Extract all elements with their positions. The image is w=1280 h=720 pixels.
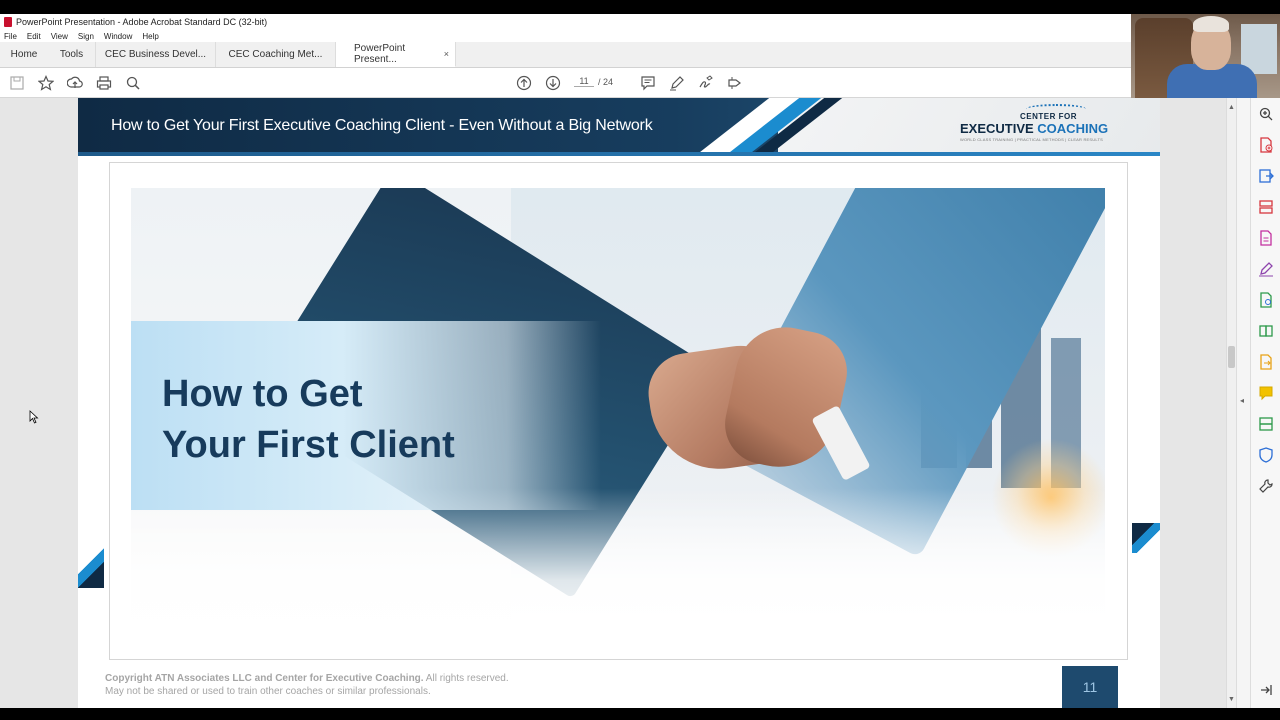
export-pdf-icon[interactable] [1258, 168, 1274, 184]
vertical-scrollbar[interactable]: ▲ ▼ [1226, 98, 1236, 708]
sign-icon[interactable] [698, 75, 714, 91]
tab-bar: Home Tools CEC Business Devel... CEC Coa… [0, 42, 1280, 68]
prev-page-icon[interactable] [516, 75, 532, 91]
comment-icon[interactable] [640, 75, 656, 91]
toolbar: 11 / 24 [0, 68, 1280, 98]
scroll-up-icon[interactable]: ▲ [1228, 104, 1235, 111]
screen-bottom-border [0, 708, 1280, 720]
collapse-right-pane-icon[interactable]: ◂ [1240, 396, 1244, 405]
page-number-input[interactable]: 11 [574, 76, 594, 87]
title-box: How to Get Your First Client [131, 321, 601, 510]
highlight-icon[interactable] [669, 75, 685, 91]
menu-bar: File Edit View Sign Window Help [0, 30, 1280, 42]
scrollbar-thumb[interactable] [1228, 346, 1235, 368]
slide-page: How to Get Your First Executive Coaching… [78, 98, 1160, 708]
logo-coaching: COACHING [1037, 121, 1109, 136]
slide-footer: Copyright ATN Associates LLC and Center … [105, 672, 509, 698]
footer-copyright: Copyright ATN Associates LLC and Center … [105, 673, 424, 684]
document-view[interactable]: How to Get Your First Executive Coaching… [0, 98, 1226, 708]
print-icon[interactable] [96, 75, 112, 91]
center-for-executive-coaching-logo: CENTER FOR EXECUTIVE COACHING WORLD CLAS… [960, 104, 1130, 148]
share-icon[interactable] [727, 75, 743, 91]
right-pane-toggle-strip: ◂ [1236, 98, 1250, 708]
slide-header-banner: How to Get Your First Executive Coaching… [78, 98, 1160, 156]
bookmark-star-icon[interactable] [38, 75, 54, 91]
acrobat-window: PowerPoint Presentation - Adobe Acrobat … [0, 0, 1280, 720]
logo-line2: EXECUTIVE COACHING [960, 121, 1108, 136]
compare-icon[interactable] [1258, 323, 1274, 339]
more-tools-icon[interactable] [1258, 478, 1274, 494]
right-corner-accent [1132, 523, 1160, 553]
tab-tools[interactable]: Tools [48, 42, 96, 67]
logo-executive: EXECUTIVE [960, 121, 1038, 136]
menu-view[interactable]: View [51, 32, 68, 41]
save-icon[interactable] [9, 75, 25, 91]
slide-page-number: 11 [1062, 666, 1118, 708]
create-pdf-icon[interactable] [1258, 137, 1274, 153]
logo-tagline: WORLD CLASS TRAINING | PRACTICAL METHODS… [960, 137, 1104, 142]
menu-window[interactable]: Window [104, 32, 132, 41]
scroll-down-icon[interactable]: ▼ [1228, 696, 1235, 703]
close-tab-icon[interactable]: × [444, 49, 449, 59]
zoom-icon[interactable] [125, 75, 141, 91]
menu-edit[interactable]: Edit [27, 32, 41, 41]
send-review-icon[interactable] [1258, 292, 1274, 308]
slide-header-title: How to Get Your First Executive Coaching… [111, 117, 653, 134]
page-total: / 24 [598, 76, 614, 87]
menu-sign[interactable]: Sign [78, 32, 94, 41]
tab-label: PowerPoint Present... [354, 43, 406, 65]
protect-icon[interactable] [1258, 447, 1274, 463]
export-icon[interactable] [1258, 354, 1274, 370]
comment-tool-icon[interactable] [1258, 385, 1274, 401]
mouse-cursor-icon [29, 410, 39, 424]
footer-rights: All rights reserved. [423, 673, 509, 684]
menu-file[interactable]: File [4, 32, 17, 41]
logo-line1: CENTER FOR [1020, 112, 1077, 121]
page-indicator: 11 / 24 [574, 76, 613, 87]
tab-cec-business-development[interactable]: CEC Business Devel... [96, 42, 216, 67]
tab-cec-coaching-methodology[interactable]: CEC Coaching Met... [216, 42, 336, 67]
menu-help[interactable]: Help [142, 32, 158, 41]
fill-sign-icon[interactable] [1258, 261, 1274, 277]
presenter-hair [1193, 16, 1229, 32]
organize-pages-icon[interactable] [1258, 199, 1274, 215]
left-corner-accent [78, 548, 104, 588]
upload-icon[interactable] [67, 75, 83, 91]
collapse-pane-icon[interactable] [1258, 682, 1274, 698]
zoom-tool-icon[interactable] [1258, 106, 1274, 122]
acrobat-app-icon [4, 17, 12, 27]
screen-top-border [0, 0, 1280, 14]
edit-pdf-icon[interactable] [1258, 230, 1274, 246]
tab-home[interactable]: Home [0, 42, 48, 67]
scan-icon[interactable] [1258, 416, 1274, 432]
title-bar: PowerPoint Presentation - Adobe Acrobat … [0, 14, 1280, 30]
tools-pane [1250, 98, 1280, 708]
window-title: PowerPoint Presentation - Adobe Acrobat … [16, 17, 268, 27]
footer-restriction: May not be shared or used to train other… [105, 686, 431, 697]
presenter-webcam-overlay [1131, 14, 1280, 98]
slide-main-title: How to Get Your First Client [162, 373, 455, 466]
tab-powerpoint-presentation[interactable]: PowerPoint Present... × [336, 42, 456, 67]
handshake-hero-image: How to Get Your First Client [131, 188, 1105, 642]
bottom-fade [131, 488, 1105, 642]
header-underline [78, 152, 1160, 156]
next-page-icon[interactable] [545, 75, 561, 91]
